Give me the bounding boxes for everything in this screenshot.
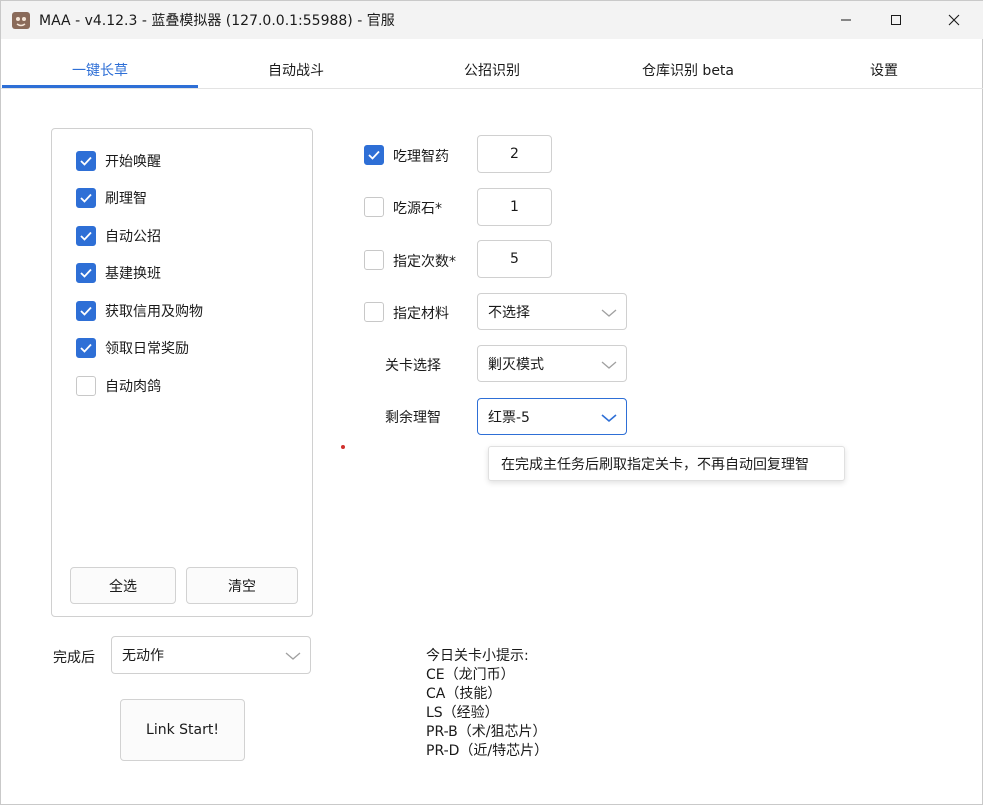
active-tab-indicator: [2, 85, 198, 88]
check-icon: [80, 268, 92, 278]
check-icon: [80, 231, 92, 241]
check-icon: [80, 193, 92, 203]
task-label: 自动肉鸽: [105, 379, 161, 395]
task-checkbox[interactable]: [76, 151, 96, 171]
use-stone-checkbox[interactable]: [364, 197, 384, 217]
chevron-down-icon: [285, 652, 301, 660]
stage-tips: 今日关卡小提示: CE（龙门币） CA（技能） LS（经验） PR-B（术/狙芯…: [426, 647, 548, 761]
stage-value: 剿灭模式: [488, 356, 544, 373]
after-completion-value: 无动作: [122, 648, 164, 664]
task-label: 获取信用及购物: [105, 304, 203, 320]
maximize-icon: [891, 15, 901, 25]
task-checkbox[interactable]: [76, 263, 96, 283]
tips-line: CE（龙门币）: [426, 667, 515, 683]
tips-title: 今日关卡小提示:: [426, 648, 529, 664]
chevron-down-icon: [601, 309, 617, 317]
check-icon: [80, 156, 92, 166]
task-label: 基建换班: [105, 266, 161, 282]
check-icon: [80, 306, 92, 316]
tab-recruit[interactable]: 公招识别: [394, 51, 590, 89]
times-input[interactable]: 5: [477, 240, 552, 278]
task-item-recruit[interactable]: 自动公招: [76, 224, 161, 248]
tips-line: LS（经验）: [426, 705, 499, 721]
task-checkbox[interactable]: [76, 301, 96, 321]
task-label: 开始唤醒: [105, 154, 161, 170]
close-icon: [948, 14, 960, 26]
task-label: 刷理智: [105, 191, 147, 207]
task-list-panel: 开始唤醒 刷理智 自动公招 基建换班 获取信用及购物 领取日常奖励 自动肉鸽 全…: [51, 128, 313, 617]
use-medicine-input[interactable]: 2: [477, 135, 552, 173]
drops-checkbox[interactable]: [364, 302, 384, 322]
tab-one-click[interactable]: 一键长草: [2, 51, 198, 89]
task-item-wakeup[interactable]: 开始唤醒: [76, 149, 161, 173]
stage-label: 关卡选择: [385, 358, 441, 374]
window-title: MAA - v4.12.3 - 蓝叠模拟器 (127.0.0.1:55988) …: [39, 13, 395, 29]
select-all-button[interactable]: 全选: [70, 567, 176, 604]
task-item-infrast[interactable]: 基建换班: [76, 261, 161, 285]
use-medicine-label: 吃理智药: [393, 149, 449, 165]
check-icon: [368, 150, 380, 160]
minimize-icon: [841, 19, 851, 21]
after-completion-label: 完成后: [53, 650, 95, 666]
task-checkbox[interactable]: [76, 226, 96, 246]
tab-settings[interactable]: 设置: [786, 51, 982, 89]
drops-select[interactable]: 不选择: [477, 293, 627, 330]
stage-select[interactable]: 剿灭模式: [477, 345, 627, 382]
use-stone-label: 吃源石*: [393, 201, 442, 217]
use-medicine-checkbox[interactable]: [364, 145, 384, 165]
tab-depot[interactable]: 仓库识别 beta: [590, 51, 786, 89]
after-completion-select[interactable]: 无动作: [111, 636, 311, 674]
task-item-fight[interactable]: 刷理智: [76, 186, 147, 210]
tab-bar: 一键长草 自动战斗 公招识别 仓库识别 beta 设置: [1, 51, 983, 89]
app-logo-icon: [12, 12, 30, 29]
main-window: MAA - v4.12.3 - 蓝叠模拟器 (127.0.0.1:55988) …: [0, 0, 983, 805]
drops-label: 指定材料: [393, 306, 449, 322]
task-label: 领取日常奖励: [105, 341, 189, 357]
tips-line: PR-B（术/狙芯片）: [426, 724, 547, 740]
maximize-button[interactable]: [871, 1, 921, 39]
task-item-award[interactable]: 领取日常奖励: [76, 336, 189, 360]
tips-line: CA（技能）: [426, 686, 502, 702]
task-item-roguelike[interactable]: 自动肉鸽: [76, 374, 161, 398]
clear-button[interactable]: 清空: [186, 567, 298, 604]
times-checkbox[interactable]: [364, 250, 384, 270]
tips-line: PR-D（近/特芯片）: [426, 743, 549, 759]
chevron-down-icon: [601, 361, 617, 369]
tab-auto-battle[interactable]: 自动战斗: [198, 51, 394, 89]
task-checkbox[interactable]: [76, 338, 96, 358]
use-stone-input[interactable]: 1: [477, 188, 552, 226]
cursor-dot: [341, 445, 345, 449]
minimize-button[interactable]: [821, 1, 871, 39]
close-button[interactable]: [929, 1, 979, 39]
remaining-sanity-label: 剩余理智: [385, 410, 441, 426]
task-checkbox[interactable]: [76, 188, 96, 208]
task-label: 自动公招: [105, 229, 161, 245]
chevron-down-icon: [601, 414, 617, 423]
times-label: 指定次数*: [393, 254, 456, 270]
link-start-button[interactable]: Link Start!: [120, 699, 245, 761]
title-bar[interactable]: MAA - v4.12.3 - 蓝叠模拟器 (127.0.0.1:55988) …: [1, 1, 983, 39]
drops-value: 不选择: [488, 304, 530, 321]
check-icon: [80, 343, 92, 353]
remaining-sanity-tooltip: 在完成主任务后刷取指定关卡，不再自动回复理智: [488, 446, 845, 481]
task-item-mall[interactable]: 获取信用及购物: [76, 299, 203, 323]
remaining-sanity-value: 红票-5: [488, 409, 530, 426]
task-checkbox[interactable]: [76, 376, 96, 396]
remaining-sanity-select[interactable]: 红票-5: [477, 398, 627, 435]
